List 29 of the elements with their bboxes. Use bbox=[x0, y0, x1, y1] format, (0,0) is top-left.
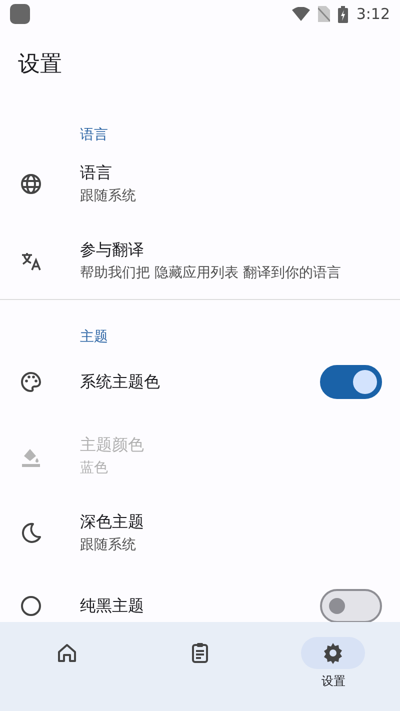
globe-icon bbox=[19, 172, 43, 196]
toggle-switch[interactable] bbox=[320, 365, 382, 399]
setting-title: 主题颜色 bbox=[80, 434, 145, 456]
settings-row[interactable]: 语言 跟随系统 bbox=[0, 145, 400, 222]
setting-title: 系统主题色 bbox=[80, 372, 161, 392]
setting-title: 深色主题 bbox=[80, 512, 145, 532]
section-header: 主题 bbox=[80, 328, 108, 346]
nav-label: 设置 bbox=[321, 673, 346, 690]
settings-row[interactable]: 系统主题色 bbox=[0, 347, 400, 417]
settings-row[interactable]: 参与翻译 帮助我们把 隐藏应用列表 翻译到你的语言 bbox=[0, 222, 400, 299]
nav-tab[interactable] bbox=[301, 637, 366, 669]
setting-value: 蓝色 bbox=[80, 458, 109, 476]
settings-row[interactable]: 深色主题 跟随系统 bbox=[0, 494, 400, 571]
clock-time: 3:12 bbox=[356, 5, 390, 23]
setting-value: 跟随系统 bbox=[80, 186, 137, 204]
section-header: 语言 bbox=[80, 126, 108, 144]
app-notification-icon bbox=[10, 4, 30, 24]
toggle-switch[interactable] bbox=[320, 589, 382, 622]
page-title: 设置 bbox=[18, 51, 62, 79]
setting-title: 语言 bbox=[80, 162, 113, 184]
setting-value: 跟随系统 bbox=[80, 536, 137, 554]
setting-title: 参与翻译 bbox=[80, 240, 145, 260]
moon-icon bbox=[19, 520, 43, 544]
wifi-icon bbox=[292, 7, 310, 21]
palette-icon bbox=[19, 370, 43, 394]
setting-title: 纯黑主题 bbox=[80, 596, 145, 616]
no-sim-icon bbox=[318, 6, 330, 22]
setting-value: 帮助我们把 隐藏应用列表 翻译到你的语言 bbox=[80, 264, 342, 282]
battery-charging-icon bbox=[338, 6, 348, 22]
